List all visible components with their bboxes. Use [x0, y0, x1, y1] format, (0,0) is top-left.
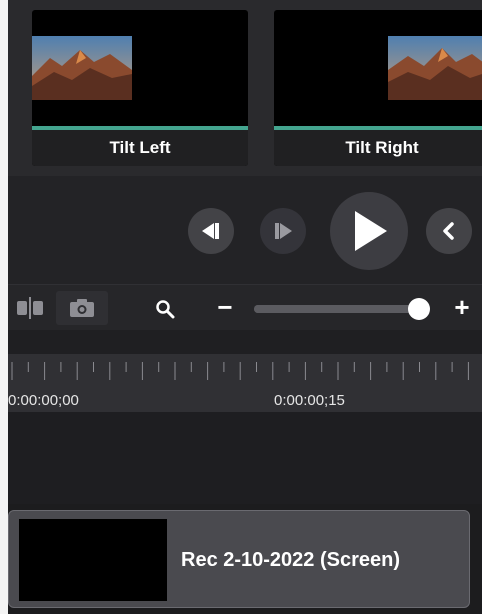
zoom-out-button[interactable]: − — [212, 294, 238, 321]
play-button[interactable] — [330, 192, 408, 270]
step-back-button[interactable] — [188, 208, 234, 254]
zoom-slider-handle[interactable] — [408, 298, 430, 320]
camera-icon — [70, 299, 94, 317]
timecode-label: 0:00:00;00 — [8, 392, 79, 409]
transition-label-area: Tilt Right — [274, 130, 482, 166]
split-button[interactable] — [10, 293, 50, 323]
playback-controls — [8, 176, 482, 284]
play-icon — [355, 211, 387, 251]
media-clip[interactable]: Rec 2-10-2022 (Screen) — [8, 510, 470, 608]
zoom-button[interactable] — [152, 297, 178, 321]
transitions-panel: Tilt Left Tilt Right — [8, 0, 482, 176]
split-icon — [17, 297, 43, 319]
zoom-slider-fill — [254, 305, 419, 313]
chevron-left-icon — [443, 222, 454, 240]
timeline-header-gap — [8, 330, 482, 354]
ruler-ticks — [11, 362, 469, 380]
transition-label: Tilt Right — [345, 138, 419, 157]
clip-thumbnail — [19, 519, 167, 601]
step-forward-icon — [275, 223, 292, 239]
transition-tile-tilt-right[interactable]: Tilt Right — [274, 10, 482, 166]
zoom-in-button[interactable]: + — [448, 293, 476, 321]
zoom-slider[interactable] — [254, 298, 430, 320]
transition-thumbnail — [388, 36, 482, 100]
timecode-label: 0:00:00;15 — [274, 392, 345, 409]
clip-title: Rec 2-10-2022 (Screen) — [181, 549, 401, 571]
transition-label-area: Tilt Left — [32, 130, 248, 166]
zoom-icon — [156, 300, 175, 319]
empty-track — [8, 412, 482, 504]
timeline-ruler[interactable]: 0:00:00;00 0:00:00;15 — [8, 354, 482, 412]
transition-label: Tilt Left — [109, 138, 171, 157]
step-back-icon — [202, 223, 219, 239]
step-forward-button[interactable] — [260, 208, 306, 254]
editor-window: Tilt Left Tilt Right − + 0:00:00;00 0:00… — [0, 0, 482, 614]
snapshot-button[interactable] — [56, 291, 108, 325]
transition-tile-tilt-left[interactable]: Tilt Left — [32, 10, 248, 166]
transition-thumbnail — [32, 36, 132, 100]
left-edge — [0, 0, 8, 614]
timeline-toolbar: − + — [8, 284, 482, 330]
previous-button[interactable] — [426, 208, 472, 254]
